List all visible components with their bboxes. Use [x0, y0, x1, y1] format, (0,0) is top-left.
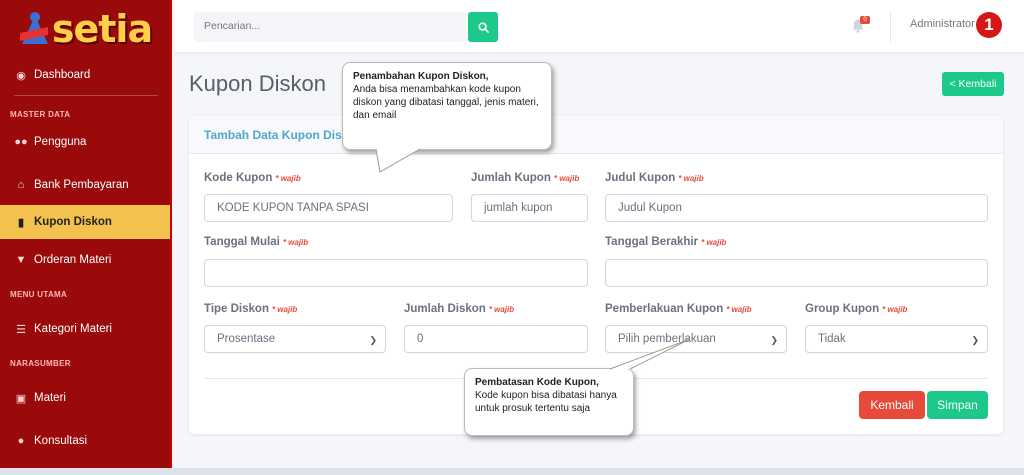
sidebar-item-label: Dashboard: [34, 69, 91, 81]
sidebar-item-kupon-diskon[interactable]: ▮ Kupon Diskon: [0, 205, 170, 239]
tanggal-berakhir-label-text: Tanggal Berakhir: [605, 236, 699, 248]
sidebar-item-orderan-materi[interactable]: ▼ Orderan Materi: [0, 243, 170, 277]
user-name[interactable]: Administrator: [910, 18, 975, 30]
tanggal-mulai-label: Tanggal Mulai * wajib: [204, 236, 308, 248]
chevron-down-icon: ❯: [369, 335, 377, 345]
chat-icon: ●: [17, 435, 25, 447]
group-kupon-select[interactable]: Tidak ❯: [805, 325, 988, 353]
sidebar-item-label: Konsultasi: [34, 435, 88, 447]
card-title: Tambah Data Kupon Diskon: [204, 128, 364, 142]
topbar: Pencarian... 0 Administrator 1: [174, 0, 1024, 52]
sidebar-item-konsultasi[interactable]: ● Konsultasi: [0, 424, 170, 458]
sidebar-item-kategori-materi[interactable]: ☰ Kategori Materi: [0, 312, 170, 346]
ticket-icon: ▮: [17, 216, 25, 229]
sidebar-item-pengguna[interactable]: ●● Pengguna: [0, 125, 170, 159]
required-mark: * wajib: [282, 238, 309, 247]
logo-icon: [19, 12, 50, 46]
sidebar-item-label: Materi: [34, 392, 66, 404]
jumlah-kupon-label: Jumlah Kupon * wajib: [471, 172, 579, 184]
list-icon: ☰: [16, 323, 26, 336]
sidebar-item-dashboard[interactable]: ◉ Dashboard: [0, 58, 170, 92]
pemberlakuan-kupon-label: Pemberlakuan Kupon * wajib: [605, 303, 752, 315]
tanggal-berakhir-input[interactable]: [605, 259, 988, 287]
tipe-diskon-value: Prosentase: [217, 333, 276, 345]
avatar[interactable]: 1: [976, 12, 1002, 38]
palette-icon: ◉: [16, 69, 26, 82]
required-mark: * wajib: [678, 174, 704, 183]
simpan-button[interactable]: Simpan: [927, 391, 988, 419]
required-mark: * wajib: [271, 305, 298, 314]
kode-kupon-label: Kode Kupon * wajib: [204, 172, 301, 184]
sidebar-item-bank-pembayaran[interactable]: ⌂ Bank Pembayaran: [0, 168, 170, 202]
callout-pembatasan-kupon: Pembatasan Kode Kupon, Kode kupon bisa d…: [464, 368, 634, 436]
jumlah-kupon-label-text: Jumlah Kupon: [471, 172, 551, 184]
book-icon: ▣: [15, 392, 27, 405]
tanggal-berakhir-label: Tanggal Berakhir * wajib: [605, 236, 726, 248]
sidebar-divider: [14, 95, 158, 96]
required-mark: * wajib: [726, 305, 752, 314]
jumlah-diskon-input[interactable]: 0: [404, 325, 588, 353]
pemberlakuan-kupon-label-text: Pemberlakuan Kupon: [605, 303, 724, 315]
kode-kupon-input[interactable]: KODE KUPON TANPA SPASI: [204, 194, 453, 222]
group-kupon-value: Tidak: [818, 333, 846, 345]
users-icon: ●●: [14, 136, 28, 148]
search-input[interactable]: Pencarian...: [204, 20, 260, 32]
callout-title: Pembatasan Kode Kupon,: [475, 377, 599, 388]
sidebar-item-label: Kategori Materi: [34, 323, 112, 335]
judul-kupon-label: Judul Kupon * wajib: [605, 172, 704, 184]
callout-penambahan-kupon: Penambahan Kupon Diskon, Anda bisa menam…: [342, 62, 552, 150]
required-mark: * wajib: [701, 238, 727, 247]
callout-tail: [609, 338, 691, 370]
kode-kupon-label-text: Kode Kupon: [204, 172, 273, 184]
sidebar-item-label: Bank Pembayaran: [34, 179, 129, 191]
sidebar-item-label: Orderan Materi: [34, 254, 112, 266]
judul-kupon-input[interactable]: Judul Kupon: [605, 194, 988, 222]
sidebar: setia ◉ Dashboard MASTER DATA ●● Penggun…: [0, 0, 172, 475]
jumlah-kupon-input[interactable]: jumlah kupon: [471, 194, 588, 222]
tipe-diskon-select[interactable]: Prosentase ❯: [204, 325, 386, 353]
required-mark: * wajib: [882, 305, 908, 314]
group-kupon-label: Group Kupon * wajib: [805, 303, 907, 315]
search-field[interactable]: Pencarian...: [194, 12, 466, 42]
notification-badge: 0: [860, 16, 870, 24]
brand-logo[interactable]: setia: [0, 0, 172, 58]
judul-kupon-label-text: Judul Kupon: [605, 172, 676, 184]
bottom-edge: [0, 468, 1024, 475]
required-mark: * wajib: [553, 174, 580, 183]
callout-body: Anda bisa menambahkan kode kupon diskon …: [353, 84, 539, 121]
tanggal-mulai-input[interactable]: [204, 259, 588, 287]
cart-icon: ▼: [15, 254, 27, 266]
search-button[interactable]: [468, 12, 498, 42]
page-title: Kupon Diskon: [189, 71, 326, 96]
topbar-divider: [890, 12, 891, 42]
sidebar-header-menu-utama: MENU UTAMA: [10, 290, 68, 299]
required-mark: * wajib: [488, 305, 515, 314]
sidebar-header-master-data: MASTER DATA: [10, 110, 71, 119]
kembali-button[interactable]: Kembali: [859, 391, 925, 419]
card-header: Tambah Data Kupon Diskon: [189, 116, 1003, 154]
bank-icon: ⌂: [17, 179, 25, 191]
sidebar-header-narasumber: NARASUMBER: [10, 359, 71, 368]
tanggal-mulai-label-text: Tanggal Mulai: [204, 236, 280, 248]
sidebar-item-label: Pengguna: [34, 136, 87, 148]
callout-body: Kode kupon bisa dibatasi hanya untuk pro…: [475, 390, 617, 414]
jumlah-diskon-label: Jumlah Diskon * wajib: [404, 303, 514, 315]
jumlah-diskon-label-text: Jumlah Diskon: [404, 303, 486, 315]
sidebar-item-materi[interactable]: ▣ Materi: [0, 381, 170, 415]
chevron-down-icon: ❯: [770, 335, 778, 345]
brand-name: setia: [51, 7, 153, 51]
back-button-top[interactable]: < Kembali: [942, 72, 1004, 96]
required-mark: * wajib: [275, 174, 301, 183]
tipe-diskon-label-text: Tipe Diskon: [204, 303, 269, 315]
group-kupon-label-text: Group Kupon: [805, 303, 880, 315]
callout-title: Penambahan Kupon Diskon,: [353, 71, 489, 82]
chevron-down-icon: ❯: [971, 335, 979, 345]
tipe-diskon-label: Tipe Diskon * wajib: [204, 303, 297, 315]
search-icon: [477, 21, 489, 33]
callout-tail: [376, 148, 421, 173]
sidebar-item-label: Kupon Diskon: [34, 216, 112, 228]
